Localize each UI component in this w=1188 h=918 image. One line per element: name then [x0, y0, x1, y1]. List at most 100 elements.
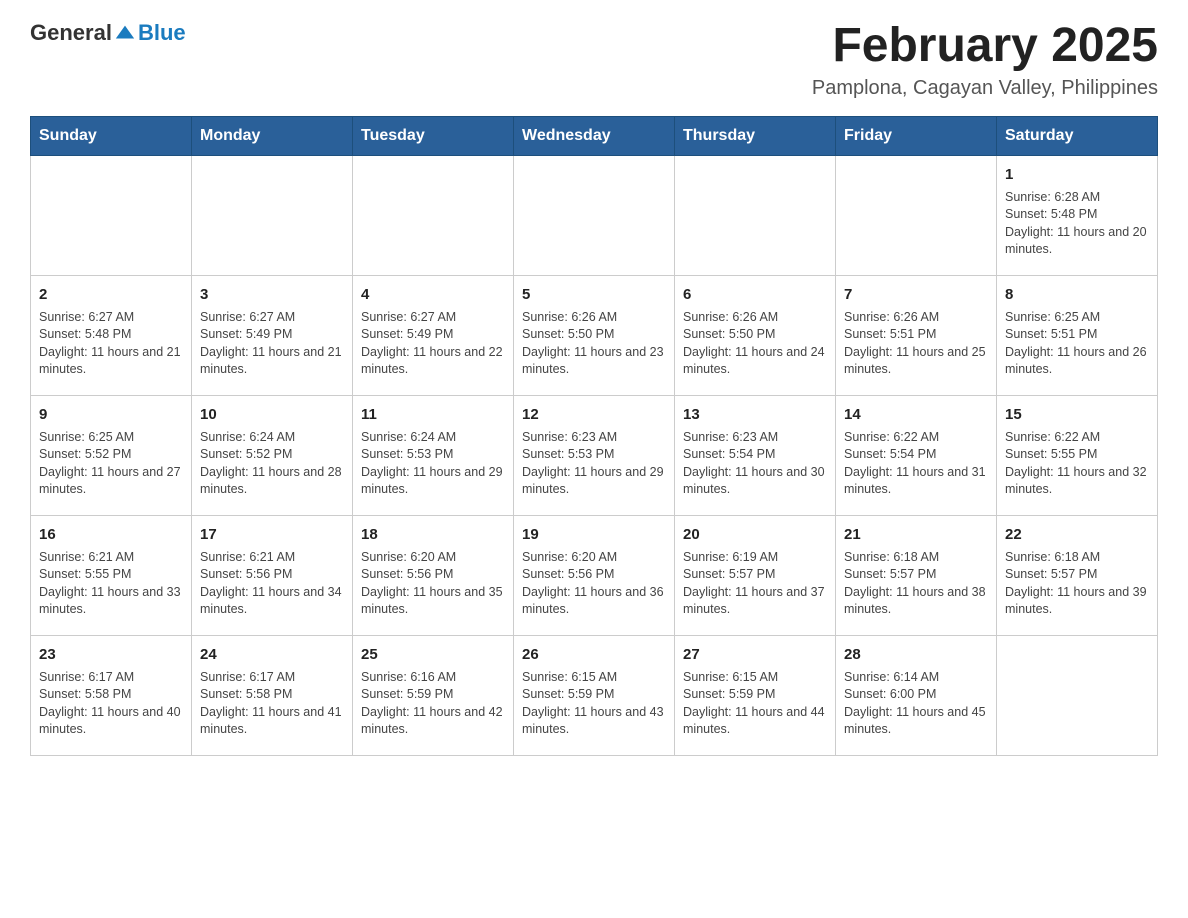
day-number: 24	[200, 644, 344, 665]
calendar-cell: 17 Sunrise: 6:21 AMSunset: 5:56 PMDayligh…	[192, 515, 353, 635]
calendar-cell: 21 Sunrise: 6:18 AMSunset: 5:57 PMDayligh…	[836, 515, 997, 635]
calendar-cell: 12Sunrise: 6:23 AMSunset: 5:53 PMDayligh…	[514, 395, 675, 515]
day-info: Sunrise: 6:22 AMSunset: 5:55 PMDaylight:…	[1005, 429, 1149, 499]
day-info: Sunrise: 6:17 AMSunset: 5:58 PMDaylight:…	[39, 669, 183, 739]
calendar-cell: 2 Sunrise: 6:27 AMSunset: 5:48 PMDaylight…	[31, 275, 192, 395]
col-sunday: Sunday	[31, 116, 192, 155]
calendar-cell: 3 Sunrise: 6:27 AMSunset: 5:49 PMDaylight…	[192, 275, 353, 395]
day-info: Sunrise: 6:18 AMSunset: 5:57 PMDaylight:…	[844, 549, 988, 619]
calendar-cell	[675, 155, 836, 275]
day-number: 18	[361, 524, 505, 545]
calendar-week-2: 2 Sunrise: 6:27 AMSunset: 5:48 PMDaylight…	[31, 275, 1158, 395]
day-number: 7	[844, 284, 988, 305]
day-info: Sunrise: 6:16 AMSunset: 5:59 PMDaylight:…	[361, 669, 505, 739]
day-number: 12	[522, 404, 666, 425]
day-number: 15	[1005, 404, 1149, 425]
calendar-cell: 19Sunrise: 6:20 AMSunset: 5:56 PMDayligh…	[514, 515, 675, 635]
page-subtitle: Pamplona, Cagayan Valley, Philippines	[812, 77, 1158, 100]
day-info: Sunrise: 6:21 AMSunset: 5:55 PMDaylight:…	[39, 549, 183, 619]
day-info: Sunrise: 6:24 AMSunset: 5:53 PMDaylight:…	[361, 429, 505, 499]
calendar-week-4: 16Sunrise: 6:21 AMSunset: 5:55 PMDayligh…	[31, 515, 1158, 635]
calendar-cell: 20 Sunrise: 6:19 AMSunset: 5:57 PMDayligh…	[675, 515, 836, 635]
day-info: Sunrise: 6:28 AMSunset: 5:48 PMDaylight:…	[1005, 189, 1149, 259]
day-number: 23	[39, 644, 183, 665]
calendar-cell: 6Sunrise: 6:26 AMSunset: 5:50 PMDaylight…	[675, 275, 836, 395]
day-number: 28	[844, 644, 988, 665]
calendar-cell: 24 Sunrise: 6:17 AMSunset: 5:58 PMDayligh…	[192, 635, 353, 755]
day-info: Sunrise: 6:19 AMSunset: 5:57 PMDaylight:…	[683, 549, 827, 619]
calendar-cell: 26 Sunrise: 6:15 AMSunset: 5:59 PMDayligh…	[514, 635, 675, 755]
title-block: February 2025 Pamplona, Cagayan Valley, …	[812, 20, 1158, 100]
calendar-table: Sunday Monday Tuesday Wednesday Thursday…	[30, 116, 1158, 756]
col-thursday: Thursday	[675, 116, 836, 155]
day-number: 20	[683, 524, 827, 545]
day-number: 9	[39, 404, 183, 425]
calendar-cell	[31, 155, 192, 275]
day-number: 8	[1005, 284, 1149, 305]
calendar-cell: 11 Sunrise: 6:24 AMSunset: 5:53 PMDayligh…	[353, 395, 514, 515]
day-info: Sunrise: 6:17 AMSunset: 5:58 PMDaylight:…	[200, 669, 344, 739]
day-info: Sunrise: 6:25 AMSunset: 5:51 PMDaylight:…	[1005, 309, 1149, 379]
calendar-week-1: 1 Sunrise: 6:28 AMSunset: 5:48 PMDaylight…	[31, 155, 1158, 275]
logo-icon	[114, 22, 136, 44]
day-info: Sunrise: 6:18 AMSunset: 5:57 PMDaylight:…	[1005, 549, 1149, 619]
calendar-header: Sunday Monday Tuesday Wednesday Thursday…	[31, 116, 1158, 155]
calendar-cell	[997, 635, 1158, 755]
calendar-cell: 15 Sunrise: 6:22 AMSunset: 5:55 PMDayligh…	[997, 395, 1158, 515]
calendar-cell: 27 Sunrise: 6:15 AMSunset: 5:59 PMDayligh…	[675, 635, 836, 755]
day-number: 13	[683, 404, 827, 425]
day-info: Sunrise: 6:21 AMSunset: 5:56 PMDaylight:…	[200, 549, 344, 619]
calendar-cell: 28 Sunrise: 6:14 AMSunset: 6:00 PMDayligh…	[836, 635, 997, 755]
calendar-week-3: 9 Sunrise: 6:25 AMSunset: 5:52 PMDaylight…	[31, 395, 1158, 515]
day-info: Sunrise: 6:23 AMSunset: 5:54 PMDaylight:…	[683, 429, 827, 499]
page-header: General Blue February 2025 Pamplona, Cag…	[30, 20, 1158, 100]
calendar-cell: 10Sunrise: 6:24 AMSunset: 5:52 PMDayligh…	[192, 395, 353, 515]
calendar-cell: 16Sunrise: 6:21 AMSunset: 5:55 PMDayligh…	[31, 515, 192, 635]
day-number: 17	[200, 524, 344, 545]
day-number: 26	[522, 644, 666, 665]
day-info: Sunrise: 6:27 AMSunset: 5:49 PMDaylight:…	[361, 309, 505, 379]
calendar-week-5: 23 Sunrise: 6:17 AMSunset: 5:58 PMDayligh…	[31, 635, 1158, 755]
day-number: 21	[844, 524, 988, 545]
logo-text-blue: Blue	[138, 20, 186, 46]
calendar-cell: 25 Sunrise: 6:16 AMSunset: 5:59 PMDayligh…	[353, 635, 514, 755]
calendar-cell	[836, 155, 997, 275]
logo: General Blue	[30, 20, 186, 46]
col-monday: Monday	[192, 116, 353, 155]
col-wednesday: Wednesday	[514, 116, 675, 155]
day-number: 27	[683, 644, 827, 665]
day-number: 3	[200, 284, 344, 305]
day-info: Sunrise: 6:27 AMSunset: 5:49 PMDaylight:…	[200, 309, 344, 379]
day-number: 2	[39, 284, 183, 305]
day-info: Sunrise: 6:14 AMSunset: 6:00 PMDaylight:…	[844, 669, 988, 739]
calendar-cell: 18 Sunrise: 6:20 AMSunset: 5:56 PMDayligh…	[353, 515, 514, 635]
calendar-cell: 4 Sunrise: 6:27 AMSunset: 5:49 PMDaylight…	[353, 275, 514, 395]
calendar-cell: 9 Sunrise: 6:25 AMSunset: 5:52 PMDaylight…	[31, 395, 192, 515]
day-number: 1	[1005, 164, 1149, 185]
calendar-cell: 23 Sunrise: 6:17 AMSunset: 5:58 PMDayligh…	[31, 635, 192, 755]
calendar-cell: 1 Sunrise: 6:28 AMSunset: 5:48 PMDaylight…	[997, 155, 1158, 275]
day-info: Sunrise: 6:22 AMSunset: 5:54 PMDaylight:…	[844, 429, 988, 499]
day-number: 4	[361, 284, 505, 305]
calendar-cell: 8 Sunrise: 6:25 AMSunset: 5:51 PMDaylight…	[997, 275, 1158, 395]
day-info: Sunrise: 6:26 AMSunset: 5:51 PMDaylight:…	[844, 309, 988, 379]
day-number: 22	[1005, 524, 1149, 545]
calendar-cell: 13 Sunrise: 6:23 AMSunset: 5:54 PMDayligh…	[675, 395, 836, 515]
day-info: Sunrise: 6:24 AMSunset: 5:52 PMDaylight:…	[200, 429, 344, 499]
day-number: 6	[683, 284, 827, 305]
day-info: Sunrise: 6:20 AMSunset: 5:56 PMDaylight:…	[361, 549, 505, 619]
calendar-cell: 14 Sunrise: 6:22 AMSunset: 5:54 PMDayligh…	[836, 395, 997, 515]
day-info: Sunrise: 6:20 AMSunset: 5:56 PMDaylight:…	[522, 549, 666, 619]
day-number: 14	[844, 404, 988, 425]
day-info: Sunrise: 6:25 AMSunset: 5:52 PMDaylight:…	[39, 429, 183, 499]
col-tuesday: Tuesday	[353, 116, 514, 155]
day-info: Sunrise: 6:15 AMSunset: 5:59 PMDaylight:…	[522, 669, 666, 739]
col-saturday: Saturday	[997, 116, 1158, 155]
day-info: Sunrise: 6:27 AMSunset: 5:48 PMDaylight:…	[39, 309, 183, 379]
day-number: 25	[361, 644, 505, 665]
page-title: February 2025	[812, 20, 1158, 73]
day-info: Sunrise: 6:15 AMSunset: 5:59 PMDaylight:…	[683, 669, 827, 739]
day-number: 11	[361, 404, 505, 425]
calendar-cell	[514, 155, 675, 275]
calendar-body: 1 Sunrise: 6:28 AMSunset: 5:48 PMDaylight…	[31, 155, 1158, 755]
